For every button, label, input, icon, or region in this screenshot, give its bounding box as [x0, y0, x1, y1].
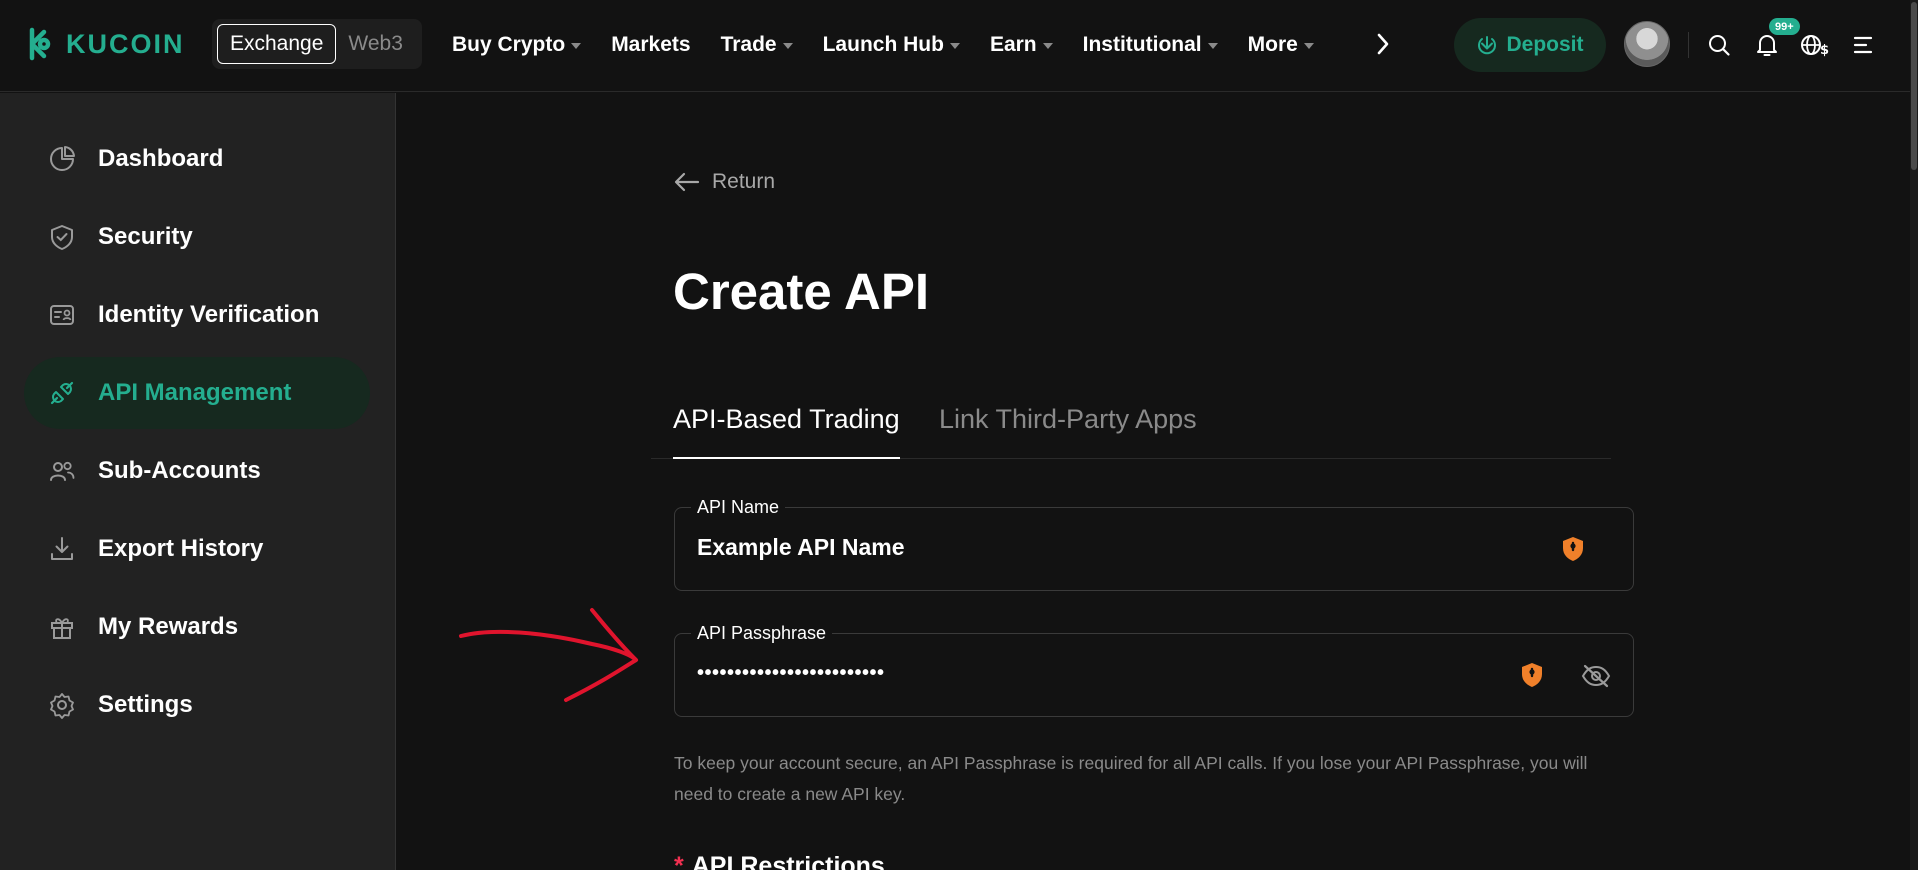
page-scrollbar[interactable]	[1910, 0, 1918, 870]
pie-chart-icon	[48, 145, 76, 173]
nav-earn[interactable]: Earn	[990, 33, 1053, 57]
arrow-left-icon	[674, 172, 700, 192]
sidebar-item-my-rewards[interactable]: My Rewards	[24, 591, 370, 663]
sidebar-item-label: Sub-Accounts	[98, 457, 261, 484]
gear-icon	[48, 691, 76, 719]
svg-text:$: $	[1820, 43, 1829, 58]
security-shield-icon	[1559, 534, 1587, 564]
sidebar-item-label: Dashboard	[98, 145, 224, 172]
search-button[interactable]	[1704, 30, 1734, 60]
sidebar-item-security[interactable]: Security	[24, 201, 370, 273]
api-name-label: API Name	[691, 497, 786, 518]
download-icon	[48, 535, 76, 563]
globe-currency-icon: $	[1801, 35, 1829, 58]
switch-web3[interactable]: Web3	[336, 32, 414, 56]
kucoin-logo-icon	[29, 27, 51, 61]
nav-buy-crypto[interactable]: Buy Crypto	[452, 33, 582, 57]
tab-link-third-party-apps[interactable]: Link Third-Party Apps	[939, 404, 1197, 459]
bell-icon	[1757, 35, 1777, 56]
api-passphrase-label: API Passphrase	[691, 623, 833, 644]
annotation-arrow-icon	[459, 608, 638, 702]
deposit-icon	[1478, 36, 1497, 55]
plug-icon	[48, 379, 76, 407]
api-passphrase-field[interactable]: API Passphrase •••••••••••••••••••••••••	[674, 623, 1634, 717]
shield-icon	[48, 223, 76, 251]
nav-institutional[interactable]: Institutional	[1083, 33, 1218, 57]
switch-exchange[interactable]: Exchange	[217, 24, 337, 64]
sidebar-item-label: My Rewards	[98, 613, 239, 640]
menu-icon	[1853, 36, 1873, 54]
nav-label: Earn	[989, 33, 1037, 56]
top-navigation-bar: KUCOIN Exchange Web3 Buy Crypto Markets …	[0, 0, 1918, 92]
kucoin-logo[interactable]: KUCOIN	[22, 26, 185, 62]
sidebar-item-export-history[interactable]: Export History	[24, 513, 370, 585]
sidebar-item-label: Identity Verification	[98, 301, 320, 328]
nav-more[interactable]: More	[1248, 33, 1314, 57]
main-nav: Buy Crypto Markets Trade Launch Hub Earn…	[452, 0, 1314, 90]
nav-label: Buy Crypto	[452, 33, 566, 56]
brand-name: KUCOIN	[66, 28, 185, 59]
nav-label: Institutional	[1082, 33, 1202, 56]
deposit-button[interactable]: Deposit	[1454, 18, 1606, 72]
api-name-field[interactable]: API Name Example API Name	[674, 497, 1634, 591]
users-icon	[48, 457, 76, 485]
sidebar-item-label: API Management	[98, 379, 292, 406]
nav-launch-hub[interactable]: Launch Hub	[823, 33, 960, 57]
sidebar-item-sub-accounts[interactable]: Sub-Accounts	[24, 435, 370, 507]
sidebar-item-api-management[interactable]: API Management	[24, 357, 370, 429]
caret-down-icon	[782, 43, 793, 49]
nav-trade[interactable]: Trade	[721, 33, 793, 57]
nav-label: Trade	[720, 33, 777, 56]
tab-api-based-trading[interactable]: API-Based Trading	[673, 404, 900, 459]
nav-label: Launch Hub	[822, 33, 944, 56]
search-icon	[1709, 35, 1730, 56]
language-currency-button[interactable]: $	[1800, 30, 1830, 60]
caret-down-icon	[949, 43, 960, 49]
sidebar-item-label: Settings	[98, 691, 193, 718]
api-passphrase-input[interactable]: •••••••••••••••••••••••••	[697, 662, 885, 685]
nav-markets[interactable]: Markets	[611, 33, 690, 57]
nav-label: More	[1247, 33, 1298, 56]
page-title: Create API	[673, 263, 930, 320]
caret-down-icon	[1042, 43, 1053, 49]
gift-icon	[48, 613, 76, 641]
security-shield-icon	[1518, 660, 1546, 690]
return-label: Return	[712, 170, 776, 193]
caret-down-icon	[571, 43, 582, 49]
return-link[interactable]: Return	[674, 170, 775, 194]
required-mark: *	[674, 852, 684, 870]
sidebar-item-dashboard[interactable]: Dashboard	[24, 123, 370, 195]
divider	[1688, 32, 1689, 58]
avatar[interactable]	[1624, 21, 1670, 67]
api-tabs: API-Based Trading Link Third-Party Apps	[651, 404, 1611, 459]
sidebar-item-label: Security	[98, 223, 193, 250]
chevron-right-icon	[1377, 33, 1389, 55]
sidebar-item-settings[interactable]: Settings	[24, 669, 370, 741]
caret-down-icon	[1303, 43, 1314, 49]
api-restrictions-heading: * API Restrictions	[674, 852, 885, 870]
api-name-input[interactable]: Example API Name	[697, 534, 905, 561]
exchange-web3-switcher: Exchange Web3	[212, 19, 422, 69]
eye-off-icon[interactable]	[1580, 661, 1612, 691]
passphrase-hint: To keep your account secure, an API Pass…	[674, 753, 1588, 804]
sidebar-item-label: Export History	[98, 535, 264, 562]
nav-label: Markets	[611, 33, 691, 56]
sidebar-item-identity-verification[interactable]: Identity Verification	[24, 279, 370, 351]
id-card-icon	[48, 301, 76, 329]
notification-badge: 99+	[1769, 18, 1800, 35]
scrollbar-thumb[interactable]	[1911, 2, 1917, 170]
sidebar: Dashboard Security Identity Verification…	[0, 93, 396, 870]
nav-scroll-right-button[interactable]	[1368, 26, 1398, 62]
deposit-label: Deposit	[1506, 33, 1584, 56]
menu-button[interactable]	[1848, 30, 1878, 60]
caret-down-icon	[1207, 43, 1218, 49]
api-restrictions-label: API Restrictions	[691, 852, 885, 870]
